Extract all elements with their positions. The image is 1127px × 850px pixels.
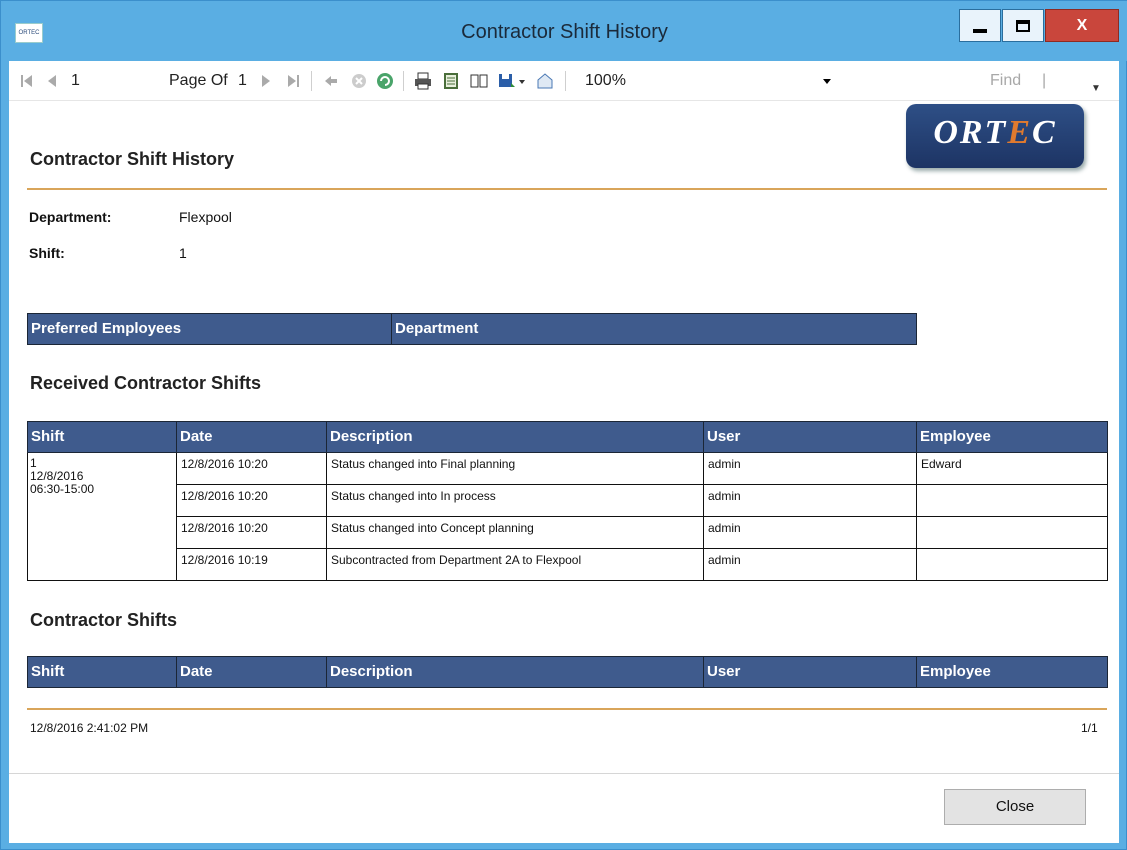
received-section-title: Received Contractor Shifts	[30, 373, 262, 393]
report-toolbar: 1 Page Of 1 100% Find | ▼	[9, 61, 1119, 101]
contractor-table-header: Shift Date Description User Employee	[27, 656, 1108, 688]
close-button[interactable]: Close	[944, 789, 1086, 825]
shift-value: 1	[179, 245, 187, 261]
user-cell: admin	[708, 489, 741, 503]
toolbar-separator	[403, 71, 404, 91]
maximize-icon	[1016, 19, 1030, 32]
previous-page-icon[interactable]	[43, 71, 63, 91]
maximize-button[interactable]	[1002, 9, 1044, 42]
date-cell: 12/8/2016 10:20	[181, 489, 268, 503]
logo-text: ORTEC	[933, 114, 1057, 151]
shift-label: Shift:	[29, 245, 65, 261]
table-row: 12/8/2016 10:20 Status changed into In p…	[177, 485, 1107, 517]
description-cell: Status changed into In process	[331, 489, 496, 503]
column-header: Date	[177, 422, 327, 452]
employee-cell	[917, 485, 1107, 516]
date-cell: 12/8/2016 10:20	[181, 457, 268, 471]
page-of-label: Page Of	[169, 72, 228, 89]
column-header: Description	[327, 657, 704, 687]
header-rule	[27, 188, 1107, 190]
find-separator: |	[1042, 72, 1047, 89]
shift-time: 06:30-15:00	[30, 482, 95, 496]
table-row: 12/8/2016 10:19 Subcontracted from Depar…	[177, 549, 1107, 581]
zoom-dropdown-icon[interactable]	[823, 79, 831, 84]
minimize-icon	[973, 28, 987, 33]
export-icon[interactable]	[497, 71, 517, 91]
refresh-icon[interactable]	[375, 71, 395, 91]
last-page-icon[interactable]	[283, 71, 303, 91]
footer-timestamp: 12/8/2016 2:41:02 PM	[30, 721, 149, 735]
toolbar-overflow-icon[interactable]: ▼	[1091, 83, 1103, 95]
preferred-employees-header: Preferred Employees Department	[27, 313, 917, 345]
back-icon[interactable]	[321, 71, 341, 91]
department-label: Department:	[29, 209, 112, 225]
dialog-footer: Close	[9, 773, 1119, 843]
minimize-button[interactable]	[959, 9, 1001, 42]
shift-column: 1 12/8/2016 06:30-15:00	[28, 453, 177, 580]
column-header: Employee	[920, 663, 991, 680]
total-pages: 1	[238, 72, 247, 89]
window-close-button[interactable]: X	[1045, 9, 1119, 42]
table-row: 12/8/2016 10:20 Status changed into Conc…	[177, 517, 1107, 549]
footer-rule	[27, 708, 1107, 710]
next-page-icon[interactable]	[255, 71, 275, 91]
toolbar-separator	[565, 71, 566, 91]
description-cell: Status changed into Final planning	[331, 457, 516, 471]
page-setup-icon[interactable]	[469, 71, 489, 91]
column-header: Employee	[920, 428, 991, 445]
column-header: User	[704, 657, 917, 687]
description-cell: Subcontracted from Department 2A to Flex…	[331, 553, 582, 567]
date-cell: 12/8/2016 10:20	[181, 521, 268, 535]
ortec-logo: ORTEC	[906, 104, 1084, 168]
zoom-select[interactable]: 100%	[585, 71, 626, 91]
export-dropdown-icon[interactable]	[517, 71, 527, 91]
logo-accent-letter: E	[1007, 114, 1032, 151]
shift-block: 1 12/8/2016 06:30-15:00	[30, 457, 94, 496]
date-cell: 12/8/2016 10:19	[181, 553, 268, 567]
report-page: ORTEC Contractor Shift History Departmen…	[9, 101, 1119, 773]
report-window: ORTEC Contractor Shift History X 1 Page …	[0, 0, 1127, 850]
stop-icon[interactable]	[349, 71, 369, 91]
print-icon[interactable]	[413, 71, 433, 91]
contractor-section-title: Contractor Shifts	[30, 610, 178, 630]
title-bar[interactable]: ORTEC Contractor Shift History X	[1, 1, 1127, 61]
employee-cell	[917, 549, 1107, 580]
report-title: Contractor Shift History	[30, 149, 235, 169]
employee-cell	[917, 517, 1107, 548]
first-page-icon[interactable]	[17, 71, 37, 91]
toolbar-separator	[311, 71, 312, 91]
user-cell: admin	[708, 553, 741, 567]
description-cell: Status changed into Concept planning	[331, 521, 534, 535]
close-icon: X	[1076, 16, 1088, 34]
send-icon[interactable]	[535, 71, 555, 91]
current-page-input[interactable]: 1	[71, 71, 80, 91]
column-header: Date	[177, 657, 327, 687]
print-layout-icon[interactable]	[441, 71, 461, 91]
employee-cell: Edward	[921, 457, 962, 471]
column-header: Shift	[28, 657, 177, 687]
received-table-body: 1 12/8/2016 06:30-15:00 12/8/2016 10:20 …	[27, 453, 1108, 581]
table-row: 12/8/2016 10:20 Status changed into Fina…	[177, 453, 1107, 485]
received-table-header: Shift Date Description User Employee	[27, 421, 1108, 453]
footer-page-number: 1/1	[1081, 721, 1098, 735]
column-header: Department	[395, 320, 479, 337]
user-cell: admin	[708, 457, 741, 471]
client-area: 1 Page Of 1 100% Find | ▼ ORTEC Contract…	[9, 61, 1119, 843]
column-header: Shift	[28, 422, 177, 452]
column-header: User	[704, 422, 917, 452]
column-header: Description	[327, 422, 704, 452]
user-cell: admin	[708, 521, 741, 535]
find-input[interactable]: Find	[990, 71, 1021, 91]
column-header: Preferred Employees	[28, 314, 392, 344]
department-value: Flexpool	[179, 209, 232, 225]
